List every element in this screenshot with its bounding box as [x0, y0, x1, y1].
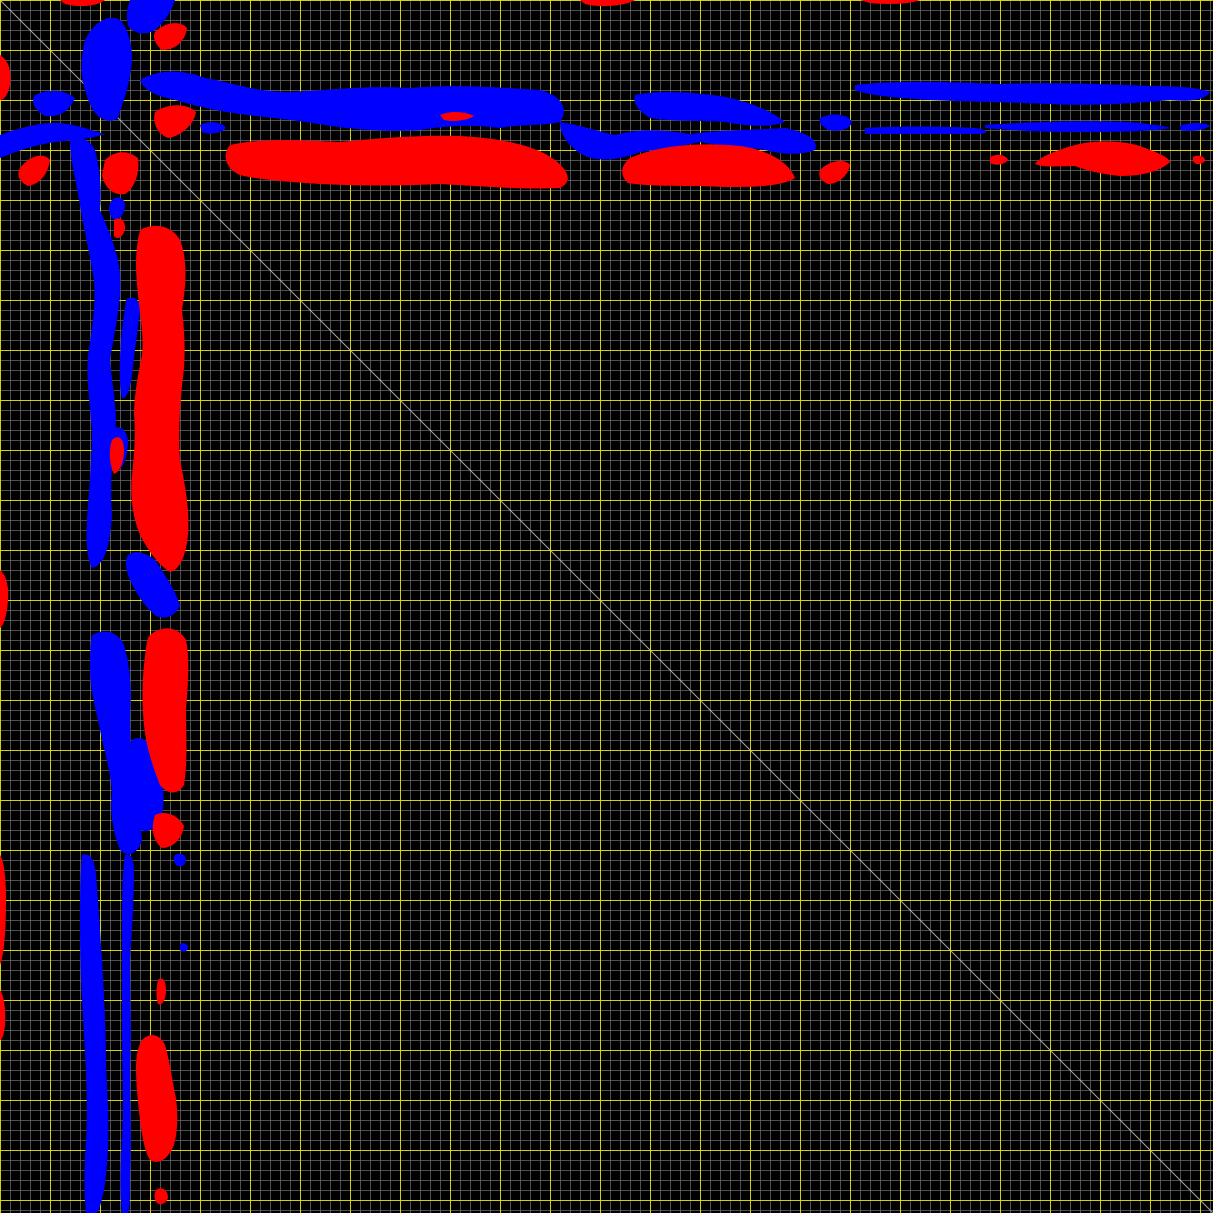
positive-contour-region	[136, 1035, 178, 1162]
positive-contour-region	[109, 437, 124, 474]
positive-contour-region	[580, 0, 635, 7]
negative-contour-region	[855, 81, 1210, 105]
positive-contour-region	[154, 105, 196, 138]
negative-contour-region	[81, 17, 132, 121]
positive-contour-region	[225, 135, 568, 189]
positive-contour-region	[1193, 155, 1205, 164]
negative-contour-region	[80, 854, 109, 1213]
contour-viewport[interactable]	[0, 0, 1213, 1213]
negative-contour-region	[173, 853, 186, 867]
contour-plot[interactable]	[0, 0, 1213, 1213]
negative-contour-region	[33, 90, 75, 117]
positive-contour-region	[153, 23, 187, 50]
positive-contour-region	[0, 855, 6, 965]
negative-contour-region	[1180, 123, 1210, 131]
diagonal-line	[0, 0, 1213, 1213]
positive-contour-region	[0, 570, 9, 628]
positive-contour-region	[0, 990, 6, 1040]
positive-contour-region	[102, 152, 139, 195]
positive-contour-region	[152, 813, 184, 848]
negative-contour-region	[819, 114, 852, 131]
negative-contour-region	[120, 854, 134, 1213]
positive-contour-region	[0, 55, 11, 100]
negative-contour-region	[109, 197, 125, 220]
negative-contour-region	[865, 126, 987, 134]
positive-contour-region	[114, 218, 126, 238]
negative-contour-region	[200, 122, 226, 134]
positive-contour-region	[990, 154, 1008, 165]
positive-contour-region	[131, 225, 189, 572]
positive-contour-region	[60, 0, 105, 7]
